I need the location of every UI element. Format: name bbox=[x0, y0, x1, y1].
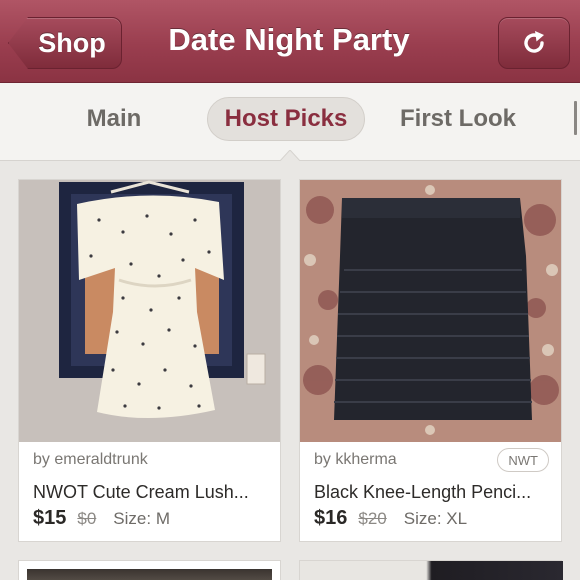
nav-header: Shop Date Night Party bbox=[0, 0, 580, 83]
page-title: Date Night Party bbox=[168, 22, 410, 57]
back-button-label: Shop bbox=[38, 27, 106, 58]
listing-size: Size: M bbox=[113, 509, 170, 528]
refresh-button[interactable] bbox=[498, 17, 570, 69]
tab-first-look[interactable]: First Look bbox=[392, 97, 524, 141]
listing-card[interactable]: by kkherma NWT Black Knee-Length Penci..… bbox=[299, 179, 562, 542]
listing-title[interactable]: NWOT Cute Cream Lush... bbox=[33, 482, 265, 503]
original-price: $20 bbox=[358, 509, 387, 528]
listing-price: $15 bbox=[33, 507, 67, 529]
listing-size: Size: XL bbox=[403, 509, 468, 528]
back-to-shop-button[interactable]: Shop bbox=[8, 17, 122, 69]
price-row: $16 $20 Size: XL bbox=[314, 507, 467, 530]
tab-host-picks[interactable]: Host Picks bbox=[207, 97, 365, 141]
nwt-badge: NWT bbox=[497, 448, 549, 472]
seller-name[interactable]: by kkherma bbox=[314, 451, 397, 469]
listing-photo[interactable] bbox=[300, 561, 563, 580]
seller-name[interactable]: by emeraldtrunk bbox=[33, 451, 148, 469]
price-row: $15 $0 Size: M bbox=[33, 507, 170, 530]
listing-card[interactable]: by emeraldtrunk NWOT Cute Cream Lush... … bbox=[18, 179, 281, 542]
listing-price: $16 bbox=[314, 507, 348, 529]
listing-card[interactable] bbox=[18, 560, 281, 580]
listing-photo[interactable] bbox=[27, 569, 272, 580]
listing-title[interactable]: Black Knee-Length Penci... bbox=[314, 482, 546, 503]
listing-card[interactable] bbox=[299, 560, 563, 580]
tab-main[interactable]: Main bbox=[68, 97, 160, 141]
tab-bar: Main Host Picks First Look bbox=[0, 83, 580, 162]
original-price: $0 bbox=[77, 509, 97, 528]
active-tab-pointer-icon bbox=[279, 150, 301, 162]
refresh-icon bbox=[524, 31, 544, 53]
listing-photo[interactable] bbox=[19, 180, 280, 442]
next-tab-edge[interactable] bbox=[574, 101, 577, 135]
listing-photo[interactable] bbox=[300, 180, 561, 442]
